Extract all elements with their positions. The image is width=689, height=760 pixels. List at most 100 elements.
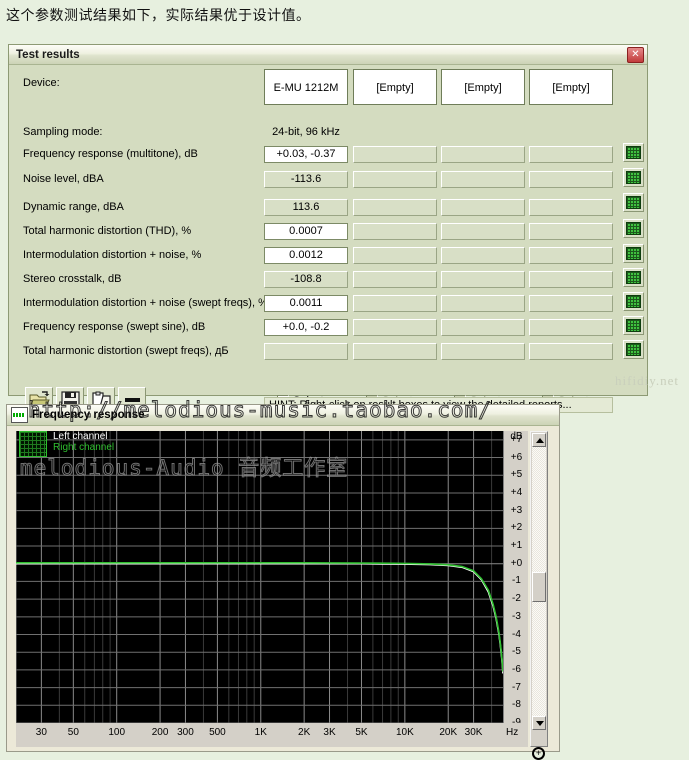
chart-legend: Left channel Right channel [53, 431, 114, 453]
result-box[interactable] [353, 343, 437, 360]
result-box[interactable]: 0.0007 [264, 223, 348, 240]
device-box-3[interactable]: [Empty] [441, 69, 525, 105]
scrollbar-thumb[interactable] [532, 572, 546, 602]
result-box[interactable]: 0.0012 [264, 247, 348, 264]
scroll-down-button[interactable] [532, 716, 546, 730]
result-box[interactable] [353, 247, 437, 264]
y-axis-tick: +3 [510, 504, 523, 516]
row-dynamic-range: Dynamic range, dBA 113.6 [9, 198, 647, 220]
result-box[interactable]: 113.6 [264, 199, 348, 216]
chart-grid-icon [626, 295, 641, 308]
row-label: Intermodulation distortion + noise (swep… [23, 297, 268, 309]
x-axis-tick: 30 [35, 727, 47, 738]
chart-title: Frequency response [32, 409, 145, 421]
result-box[interactable] [441, 319, 525, 336]
result-box[interactable]: +0.0, -0.2 [264, 319, 348, 336]
chart-grid-icon-button-6[interactable] [623, 268, 644, 287]
close-icon[interactable]: ✕ [627, 47, 644, 63]
y-axis-tick: +6 [510, 451, 523, 463]
row-thd: Total harmonic distortion (THD), % 0.000… [9, 222, 647, 244]
result-box[interactable] [441, 271, 525, 288]
result-box[interactable] [529, 343, 613, 360]
y-axis-tick: -4 [512, 628, 521, 640]
scroll-up-button[interactable] [532, 433, 546, 447]
result-box[interactable] [529, 223, 613, 240]
chart-grid-icon-button-4[interactable] [623, 219, 644, 238]
result-box[interactable] [441, 199, 525, 216]
frequency-response-window: Frequency response Left channel Right ch… [6, 404, 560, 760]
result-box[interactable] [441, 146, 525, 163]
chart-grid-icon-button-1[interactable] [623, 143, 644, 162]
result-box[interactable] [353, 223, 437, 240]
result-box[interactable] [529, 319, 613, 336]
device-box-4[interactable]: [Empty] [529, 69, 613, 105]
chart-grid-icon [626, 343, 641, 356]
result-box[interactable]: -108.8 [264, 271, 348, 288]
test-results-window: Test results ✕ Device: E-MU 1212M [Empty… [8, 44, 648, 413]
device-row: Device: E-MU 1212M [Empty] [Empty] [Empt… [9, 65, 647, 105]
result-box[interactable] [529, 199, 613, 216]
row-label: Intermodulation distortion + noise, % [23, 249, 202, 261]
chart-grid-icon-button-7[interactable] [623, 292, 644, 311]
result-box[interactable] [441, 171, 525, 188]
result-box[interactable] [441, 343, 525, 360]
x-axis-unit-label: Hz [506, 727, 519, 738]
chart-grid-icon-button-3[interactable] [623, 193, 644, 212]
result-box[interactable] [353, 295, 437, 312]
row-label: Total harmonic distortion (THD), % [23, 225, 192, 237]
device-box-1[interactable]: E-MU 1212M [264, 69, 348, 105]
plot-canvas[interactable] [16, 431, 503, 723]
result-box[interactable] [353, 199, 437, 216]
row-label: Total harmonic distortion (swept freqs),… [23, 345, 229, 357]
sampling-mode-value: 24-bit, 96 kHz [272, 126, 340, 138]
chart-grid-icon-button-8[interactable] [623, 316, 644, 335]
chart-grid-icon-button-5[interactable] [623, 244, 644, 263]
y-axis-tick: -6 [512, 663, 521, 675]
intro-text: 这个参数测试结果如下，实际结果优于设计值。 [6, 8, 311, 24]
result-box[interactable] [529, 171, 613, 188]
chart-grid-icon [626, 146, 641, 159]
chart-grid-icon-button-9[interactable] [623, 340, 644, 359]
legend-right-channel: Right channel [53, 442, 115, 453]
result-box[interactable] [441, 223, 525, 240]
result-box[interactable]: -113.6 [264, 171, 348, 188]
row-imd-noise-swept: Intermodulation distortion + noise (swep… [9, 294, 647, 316]
vertical-scrollbar[interactable] [530, 431, 548, 747]
result-box[interactable] [529, 271, 613, 288]
chart-titlebar: Frequency response [7, 405, 559, 426]
result-box[interactable] [529, 146, 613, 163]
x-axis-tick: 1K [254, 727, 267, 738]
result-box[interactable] [264, 343, 348, 360]
chart-grid-icon [626, 271, 641, 284]
result-box[interactable]: +0.03, -0.37 [264, 146, 348, 163]
chart-grid-icon [626, 171, 641, 184]
device-box-2[interactable]: [Empty] [353, 69, 437, 105]
chevron-up-icon [536, 438, 544, 443]
y-axis-tick: -1 [512, 575, 521, 587]
result-box[interactable] [353, 319, 437, 336]
row-thd-swept-freqs: Total harmonic distortion (swept freqs),… [9, 342, 647, 364]
chart-grid-icon-button-2[interactable] [623, 168, 644, 187]
y-axis-tick: +1 [510, 540, 523, 552]
result-box[interactable] [529, 247, 613, 264]
plot-grid-icon[interactable] [19, 431, 47, 457]
result-box[interactable] [441, 247, 525, 264]
result-box[interactable] [353, 171, 437, 188]
zoom-icon[interactable]: + [532, 747, 545, 760]
y-axis-tick: +2 [510, 522, 523, 534]
x-axis-tick: 50 [67, 727, 79, 738]
x-axis-tick: 300 [177, 727, 194, 738]
result-box[interactable] [529, 295, 613, 312]
result-box[interactable] [353, 271, 437, 288]
y-axis-tick: +7 [510, 433, 523, 445]
result-box[interactable]: 0.0011 [264, 295, 348, 312]
row-label: Stereo crosstalk, dB [23, 273, 122, 285]
result-box[interactable] [353, 146, 437, 163]
result-box[interactable] [441, 295, 525, 312]
x-axis-tick: 2K [298, 727, 311, 738]
window-titlebar: Test results ✕ [9, 45, 647, 65]
x-axis-tick: 5K [355, 727, 368, 738]
chart-grid-icon [626, 196, 641, 209]
row-noise-level: Noise level, dBA -113.6 [9, 170, 647, 192]
y-axis: dB+7+6+5+4+3+2+1+0-1-2-3-4-5-6-7-8-9 [503, 431, 528, 728]
